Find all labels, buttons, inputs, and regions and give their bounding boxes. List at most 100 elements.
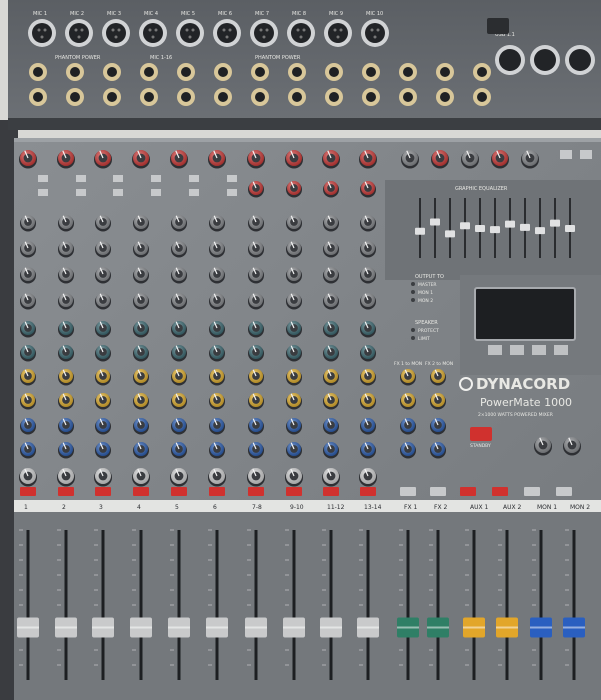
jack-socket-6-2[interactable] — [214, 88, 232, 106]
channel-number-label: AUX 1 — [470, 504, 489, 511]
mute-button[interactable] — [248, 487, 264, 496]
mute-button[interactable] — [209, 487, 225, 496]
channel-number-label: 11-12 — [327, 504, 345, 511]
pad-button[interactable] — [38, 175, 48, 182]
lowcut-button[interactable] — [189, 189, 199, 196]
jack-socket-3-1[interactable] — [103, 63, 121, 81]
jack-socket-4-1[interactable] — [140, 63, 158, 81]
jack-socket-13-2[interactable] — [473, 88, 491, 106]
jack-socket-7-1[interactable] — [251, 63, 269, 81]
phantom-label-1: PHANTOM POWER — [55, 55, 101, 61]
pad-button[interactable] — [151, 175, 161, 182]
jack-socket-2-2[interactable] — [66, 88, 84, 106]
display-button-1[interactable] — [488, 345, 502, 355]
lowcut-button[interactable] — [227, 189, 237, 196]
limiter-title: SPEAKER — [415, 320, 438, 326]
jack-socket-12-2[interactable] — [436, 88, 454, 106]
pad-button[interactable] — [76, 175, 86, 182]
master-mute-button-1[interactable] — [460, 487, 476, 496]
jack-socket-11-2[interactable] — [399, 88, 417, 106]
display-button-4[interactable] — [554, 345, 568, 355]
graphic-eq-title: GRAPHIC EQUALIZER — [455, 186, 508, 192]
master-mute-button-2[interactable] — [492, 487, 508, 496]
mic-label-6: MIC 6 — [218, 11, 232, 17]
jack-socket-7-2[interactable] — [251, 88, 269, 106]
mute-button[interactable] — [20, 487, 36, 496]
jack-socket-3-2[interactable] — [103, 88, 121, 106]
xlr-output-3[interactable] — [565, 45, 595, 75]
jack-socket-1-2[interactable] — [29, 88, 47, 106]
output-option-1: MASTER — [418, 282, 437, 288]
fx2-section-label: FX 2 to MON — [425, 361, 453, 367]
jack-socket-2-1[interactable] — [66, 63, 84, 81]
jack-socket-10-1[interactable] — [362, 63, 380, 81]
xlr-output-1[interactable] — [495, 45, 525, 75]
pad-button[interactable] — [113, 175, 123, 182]
output-to-title: OUTPUT TO — [415, 274, 444, 280]
mic-label-10: MIC 10 — [366, 11, 383, 17]
brand-name: DYNACORD — [476, 375, 570, 393]
pad-button[interactable] — [227, 175, 237, 182]
jack-socket-11-1[interactable] — [399, 63, 417, 81]
channel-number-label: FX 2 — [434, 504, 447, 511]
mute-button[interactable] — [58, 487, 74, 496]
channel-number-label: 2 — [62, 504, 66, 511]
mic-label-2: MIC 2 — [70, 11, 84, 17]
mic-label-1: MIC 1 — [33, 11, 47, 17]
mute-button[interactable] — [323, 487, 339, 496]
display-button-2[interactable] — [510, 345, 524, 355]
mic-label-7: MIC 7 — [255, 11, 269, 17]
model-name: PowerMate 1000 — [480, 396, 572, 409]
mic-label-3: MIC 3 — [107, 11, 121, 17]
standby-button[interactable] — [470, 427, 492, 441]
limiter-led-2 — [411, 336, 415, 340]
jack-socket-9-2[interactable] — [325, 88, 343, 106]
master-mute-button-3[interactable] — [524, 487, 540, 496]
channel-number-label: 9-10 — [290, 504, 304, 511]
channel-number-label: 7-8 — [252, 504, 262, 511]
display-button-3[interactable] — [532, 345, 546, 355]
channel-number-label: 4 — [137, 504, 141, 511]
channel-number-label: 5 — [175, 504, 179, 511]
jack-socket-5-2[interactable] — [177, 88, 195, 106]
fx2-mute-button[interactable] — [430, 487, 446, 496]
fx1-mute-button[interactable] — [400, 487, 416, 496]
jack-socket-4-2[interactable] — [140, 88, 158, 106]
lowcut-button[interactable] — [76, 189, 86, 196]
jack-socket-10-2[interactable] — [362, 88, 380, 106]
mic-label-8: MIC 8 — [292, 11, 306, 17]
pad-button[interactable] — [189, 175, 199, 182]
master-top-button-1[interactable] — [560, 150, 572, 159]
jack-socket-13-1[interactable] — [473, 63, 491, 81]
jack-socket-6-1[interactable] — [214, 63, 232, 81]
jack-socket-1-1[interactable] — [29, 63, 47, 81]
mute-button[interactable] — [95, 487, 111, 496]
usb-port[interactable] — [487, 18, 509, 34]
mute-button[interactable] — [133, 487, 149, 496]
mute-button[interactable] — [171, 487, 187, 496]
xlr-output-2[interactable] — [530, 45, 560, 75]
mute-button[interactable] — [286, 487, 302, 496]
jack-socket-8-1[interactable] — [288, 63, 306, 81]
lowcut-button[interactable] — [38, 189, 48, 196]
master-top-button-2[interactable] — [580, 150, 592, 159]
output-option-2: MON 1 — [418, 290, 433, 296]
channel-number-label: 1 — [24, 504, 28, 511]
mixer-photo: MIC 1 MIC 2 MIC 3 MIC 4 MIC 5 MIC 6 MIC 7 MIC 8… — [0, 0, 601, 700]
mute-button[interactable] — [360, 487, 376, 496]
limiter-option-2: LIMIT — [418, 336, 430, 342]
jack-socket-9-1[interactable] — [325, 63, 343, 81]
lowcut-button[interactable] — [151, 189, 161, 196]
limiter-option-1: PROTECT — [418, 328, 439, 334]
master-mute-button-4[interactable] — [556, 487, 572, 496]
channel-number-label: MON 1 — [537, 504, 557, 511]
channel-number-label: 13-14 — [364, 504, 382, 511]
limiter-led-1 — [411, 328, 415, 332]
jack-socket-5-1[interactable] — [177, 63, 195, 81]
jack-socket-12-1[interactable] — [436, 63, 454, 81]
channel-number-label: 3 — [99, 504, 103, 511]
lowcut-button[interactable] — [113, 189, 123, 196]
surface-edge — [14, 138, 601, 142]
mic-group-label: MIC 1-16 — [150, 55, 172, 61]
jack-socket-8-2[interactable] — [288, 88, 306, 106]
